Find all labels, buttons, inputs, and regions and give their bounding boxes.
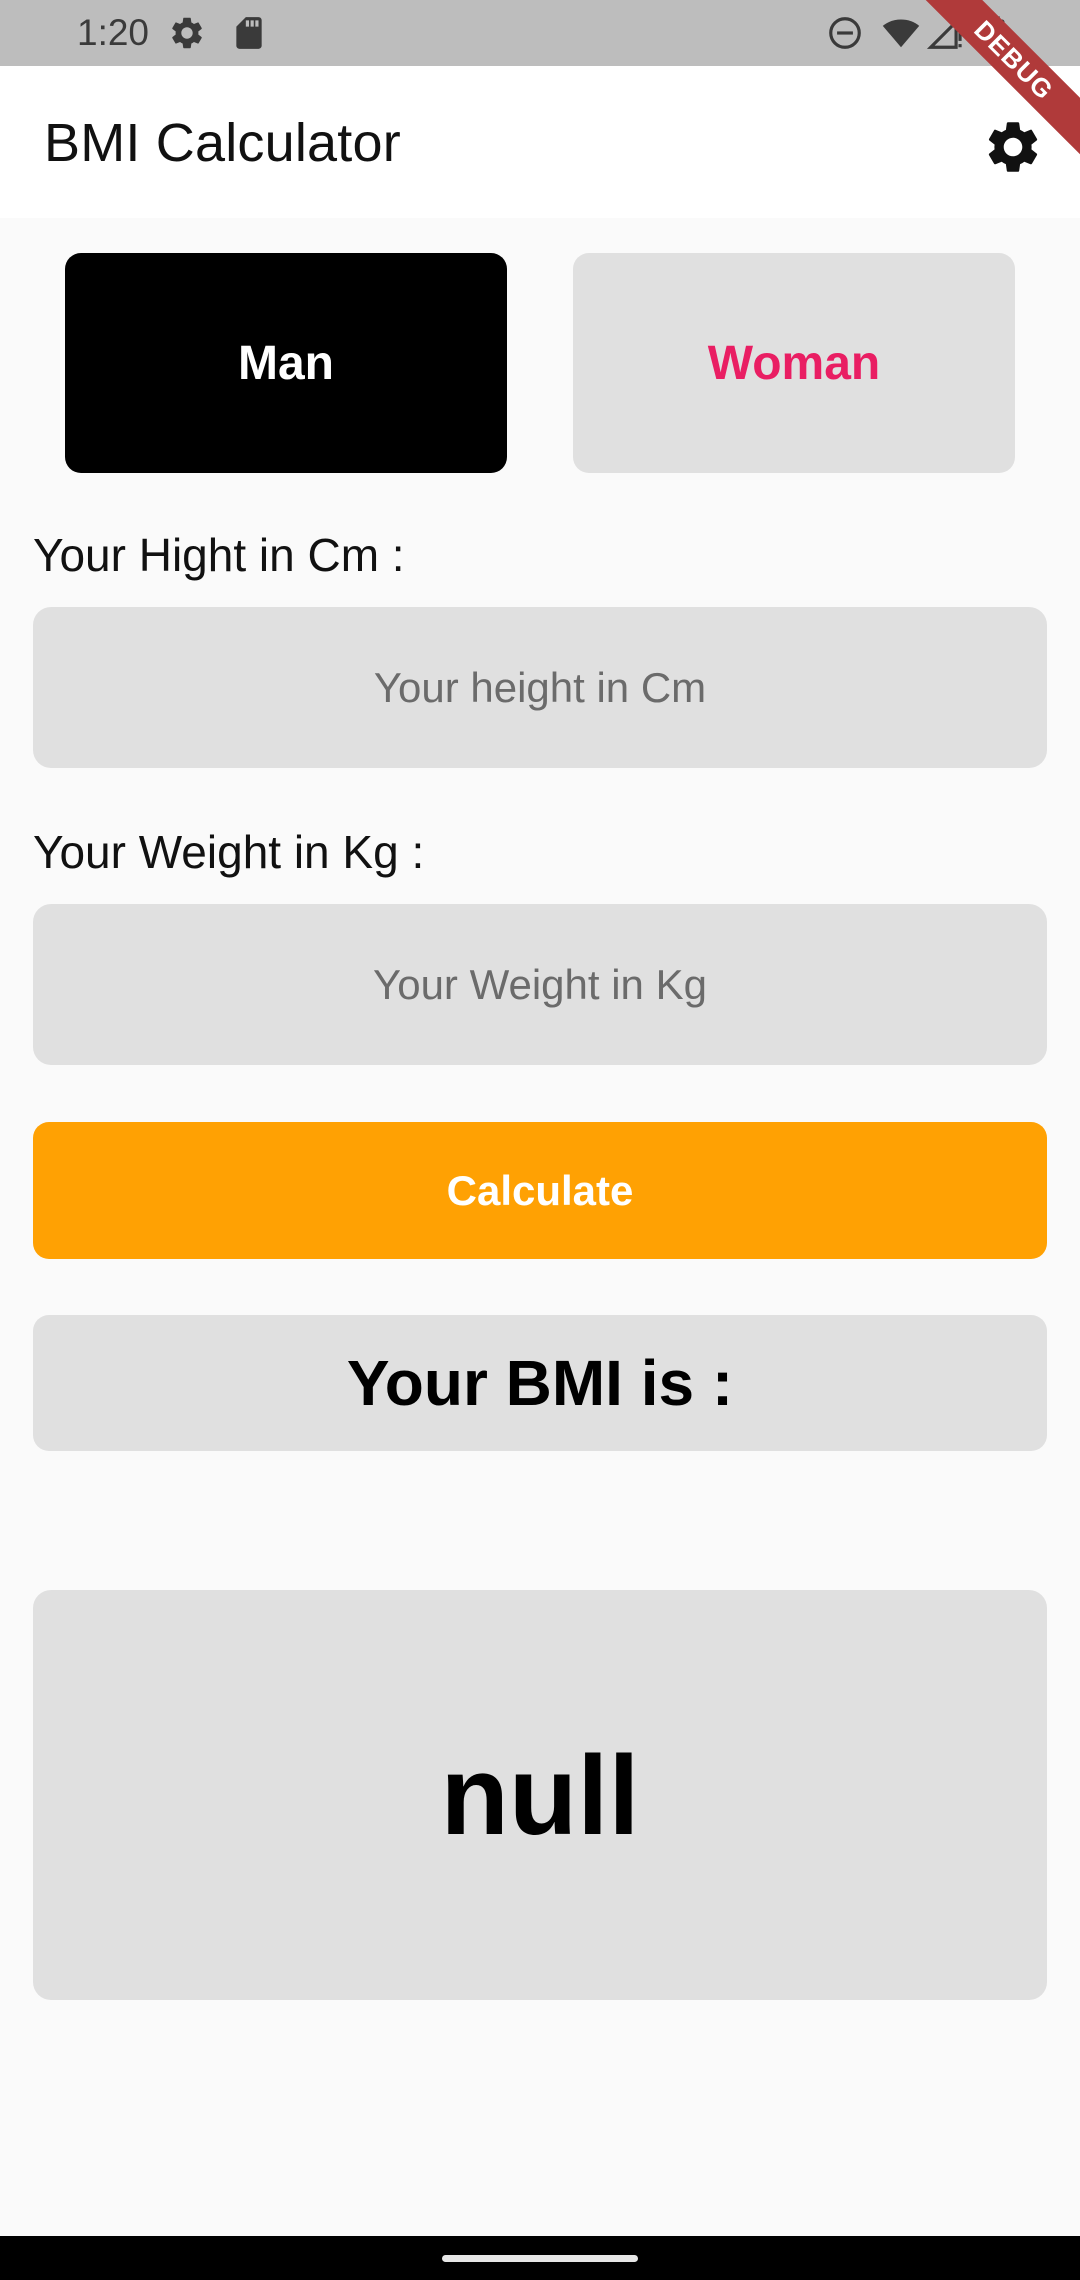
wifi-icon <box>882 14 920 52</box>
bmi-result-value: null <box>440 1732 640 1858</box>
bmi-result-label-box: Your BMI is : <box>33 1315 1047 1451</box>
do-not-disturb-icon <box>826 14 864 52</box>
navigation-bar <box>0 2236 1080 2280</box>
height-input[interactable] <box>33 607 1047 768</box>
gender-woman-label: Woman <box>707 336 881 390</box>
bmi-result-label: Your BMI is : <box>346 1347 734 1419</box>
settings-button[interactable] <box>982 116 1044 178</box>
gear-icon <box>988 122 1038 172</box>
sd-card-icon <box>230 14 268 52</box>
page-title: BMI Calculator <box>44 113 401 173</box>
app-bar: BMI Calculator <box>0 66 1080 218</box>
weight-input[interactable] <box>33 904 1047 1065</box>
home-indicator[interactable] <box>442 2255 638 2262</box>
height-label: Your Hight in Cm : <box>33 529 405 581</box>
calculate-label: Calculate <box>446 1166 634 1214</box>
status-time: 1:20 <box>77 12 150 53</box>
status-bar: 1:20 <box>0 0 1080 66</box>
gender-man-button[interactable]: Man <box>65 253 507 473</box>
gear-icon <box>168 14 206 52</box>
gender-man-label: Man <box>238 336 334 390</box>
gender-woman-button[interactable]: Woman <box>573 253 1015 473</box>
battery-icon <box>976 14 1014 52</box>
calculate-button[interactable]: Calculate <box>33 1122 1047 1259</box>
signal-icon <box>926 14 964 52</box>
bmi-result-value-box: null <box>33 1590 1047 2000</box>
weight-label: Your Weight in Kg : <box>33 826 425 878</box>
